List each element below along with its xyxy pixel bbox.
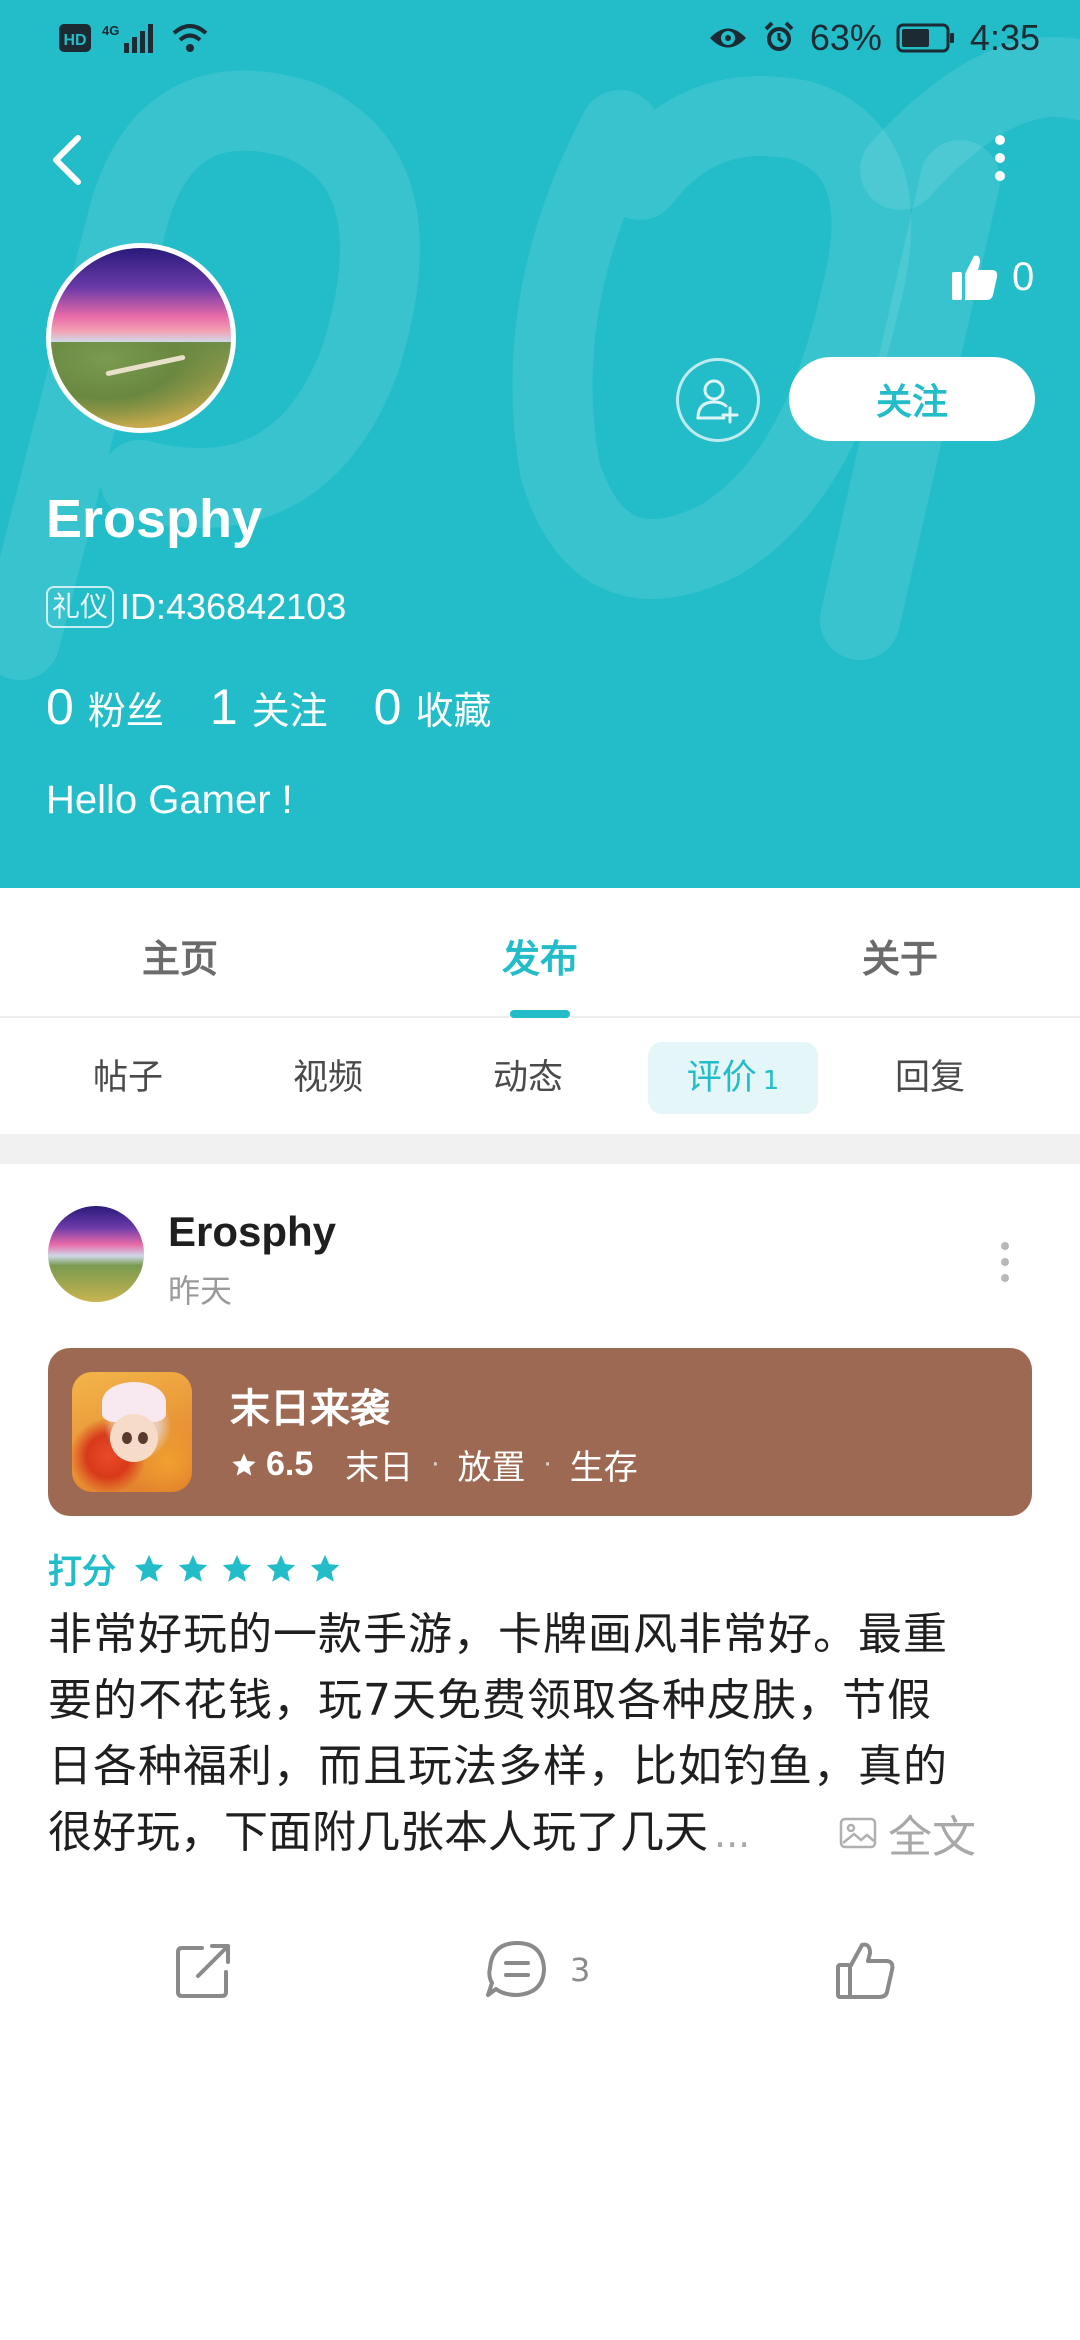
comment-count: 3 [570,1951,591,1989]
sub-tab-reviews-label: 评价 [686,1058,757,1098]
clock: 4:35 [969,17,1040,58]
like-button[interactable] [832,1930,898,2010]
game-tag: 生存 [569,1448,638,1488]
rating-row: 打分 [48,1544,342,1593]
stat-following[interactable]: 1 关注 [210,678,328,736]
profile-header: HD 4G 63% 4:35 0 关注 Erosphy 礼仪 ID:436842… [0,0,1080,888]
review-line: 很好玩，下面附几张本人玩了几天 [48,1807,708,1858]
eye-comfort-icon [709,28,746,48]
profile-id-row: 礼仪 ID:436842103 [46,586,346,628]
wifi-icon [172,24,208,52]
main-tab-bar: 主页 发布 关于 [0,888,1080,1018]
sub-tab-bar: 帖子 视频 动态 评价 1 回复 [0,1020,1080,1134]
game-tag: 末日 [345,1448,414,1488]
post-actions: 3 [0,1920,1080,2020]
cellular-signal-icon: 4G [102,23,153,53]
share-icon [176,1944,230,1998]
tab-published[interactable]: 发布 [440,928,640,983]
battery-icon [896,23,954,53]
profile-stats: 0 粉丝 1 关注 0 收藏 [46,678,537,736]
sub-tab-posts-label: 帖子 [92,1058,163,1098]
game-title: 末日来袭 [230,1386,390,1432]
stat-favorites-label: 收藏 [415,689,492,733]
star-icon [232,1452,256,1475]
sub-tab-replies-label: 回复 [894,1058,965,1098]
stat-favorites[interactable]: 0 收藏 [374,678,492,736]
review-line: 日各种福利，而且玩法多样，比如钓鱼，真的 [48,1741,948,1792]
sub-tab-videos-label: 视频 [292,1058,363,1098]
rating-label: 打分 [48,1552,116,1592]
rating-star-icon [266,1554,296,1582]
status-right: 63% 4:35 [708,14,1040,62]
stat-fans-label: 粉丝 [87,689,164,733]
like-count: 0 [1012,254,1035,299]
comment-button[interactable]: 3 [484,1930,590,2010]
sub-tab-reviews[interactable]: 评价 1 [648,1042,818,1114]
etiquette-badge[interactable]: 礼仪 [46,586,115,628]
add-friend-button[interactable] [676,358,760,442]
sub-tab-posts[interactable]: 帖子 [66,1042,190,1114]
add-user-icon [696,379,739,424]
rating-star-icon [222,1554,252,1582]
full-text-label: 全文 [888,1812,976,1863]
sub-tab-moments-label: 动态 [492,1058,563,1098]
back-arrow-icon[interactable] [40,120,100,200]
sub-tab-moments[interactable]: 动态 [466,1042,590,1114]
svg-text:HD: HD [63,32,86,49]
battery-percent: 63% [809,17,882,58]
review-text[interactable]: 非常好玩的一款手游，卡牌画风非常好。最重 要的不花钱，玩7天免费领取各种皮肤，节… [48,1602,1028,1800]
rating-star-icon [178,1554,208,1582]
tab-about[interactable]: 关于 [800,928,1000,983]
tab-home[interactable]: 主页 [80,928,280,983]
hd-icon: HD [59,24,91,52]
sub-tab-videos[interactable]: 视频 [266,1042,390,1114]
game-score: 6.5 [266,1445,314,1483]
profile-bio: Hello Gamer ! [46,778,293,822]
more-vertical-icon[interactable] [980,120,1020,200]
profile-username: Erosphy [46,489,263,549]
game-meta: 6.5 末日 · 放置 · 生存 [230,1440,644,1489]
review-line: 非常好玩的一款手游，卡牌画风非常好。最重 [48,1609,948,1660]
stat-following-label: 关注 [251,689,328,733]
app-root: HD 4G 63% 4:35 0 关注 Erosphy 礼仪 ID:436842… [0,0,1080,2340]
image-icon [839,1817,877,1849]
profile-like[interactable]: 0 [950,242,1034,312]
rating-star-icon [310,1554,340,1582]
background-watermark [0,36,1080,680]
status-bar: HD 4G 63% 4:35 [0,0,1080,80]
review-line: 要的不花钱，玩7天免费领取各种皮肤，节假 [48,1675,932,1726]
post-timestamp: 昨天 [168,1272,233,1310]
game-card[interactable]: 末日来袭 6.5 末日 · 放置 · 生存 [48,1348,1032,1516]
post-author-name[interactable]: Erosphy [168,1208,336,1256]
follow-button[interactable]: 关注 [789,357,1035,441]
game-icon [72,1372,192,1492]
stat-fans[interactable]: 0 粉丝 [46,678,164,736]
status-left: HD 4G [58,18,210,58]
section-divider [0,1134,1080,1164]
alarm-icon [764,21,794,51]
post-more-icon[interactable] [990,1232,1020,1292]
post-author-avatar[interactable] [48,1206,144,1302]
game-tag: 放置 [457,1448,526,1488]
comment-icon [486,1941,546,1997]
sub-tab-replies[interactable]: 回复 [868,1042,992,1114]
stat-favorites-count: 0 [373,679,402,735]
profile-id: ID:436842103 [120,586,347,627]
tab-indicator [510,1010,570,1018]
avatar[interactable] [46,243,236,433]
thumbs-up-filled-icon [952,255,998,300]
full-text-link[interactable]: 全文 [838,1800,976,1866]
stat-fans-count: 0 [46,679,74,735]
thumbs-up-icon [836,1942,895,1999]
review-ellipsis: ... [714,1812,751,1856]
avatar-landscape [51,341,231,428]
sub-tab-reviews-count: 1 [762,1066,780,1096]
stat-following-count: 1 [209,679,238,735]
svg-text:4G: 4G [102,23,119,38]
share-button[interactable] [172,1930,236,2010]
rating-star-icon [134,1554,164,1582]
